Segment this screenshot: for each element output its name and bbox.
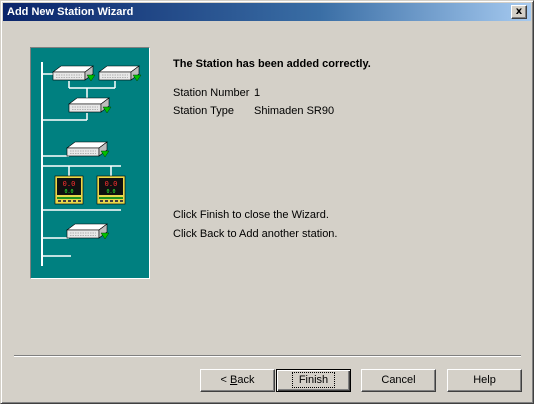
close-button[interactable]: x [511,5,527,19]
back-button[interactable]: < Back [200,369,275,392]
back-button-prefix: < [220,374,230,386]
status-heading: The Station has been added correctly. [173,58,371,70]
wizard-window: Add New Station Wizard x 0.0 0.0 The Sta… [0,0,534,404]
close-icon: x [515,6,523,17]
window-title: Add New Station Wizard [7,6,134,18]
cancel-button[interactable]: Cancel [361,369,436,392]
wizard-illustration: 0.0 0.0 [30,47,150,279]
station-type-value: Shimaden SR90 [254,105,335,117]
finish-button[interactable]: Finish [276,369,351,392]
help-button[interactable]: Help [447,369,522,392]
finish-instruction: Click Finish to close the Wizard. [173,209,329,221]
finish-button-label: Finish [291,372,336,388]
button-separator [14,355,521,357]
title-bar[interactable]: Add New Station Wizard x [3,3,531,21]
station-type-label: Station Type [173,105,234,117]
back-button-label: ack [237,374,255,386]
network-diagram-icon: 0.0 0.0 [41,62,142,266]
help-button-label: Help [473,374,496,386]
station-number-value: 1 [254,87,261,99]
station-number-label: Station Number [173,87,250,99]
cancel-button-label: Cancel [381,374,416,386]
back-instruction: Click Back to Add another station. [173,228,338,240]
